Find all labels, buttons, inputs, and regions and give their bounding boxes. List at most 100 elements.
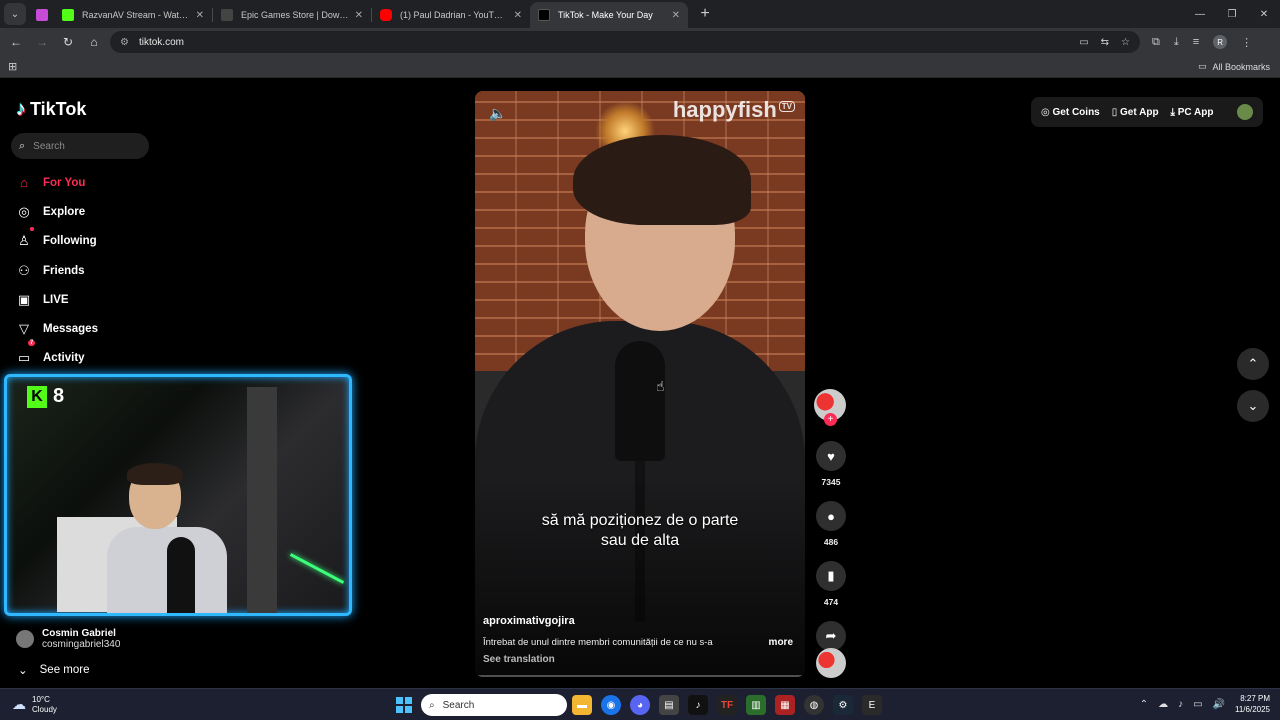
video-username[interactable]: aproximativgojira [483, 615, 575, 627]
video-progress-bar[interactable] [475, 675, 805, 677]
restore-button[interactable]: ❐ [1216, 0, 1248, 28]
sidebar-item-explore[interactable]: ◎ Explore [16, 197, 98, 226]
extensions-icon[interactable]: ⧉ [1152, 36, 1160, 49]
weather-condition: Cloudy [32, 704, 57, 714]
see-more-button[interactable]: ⌄ See more [18, 663, 90, 677]
discord-icon[interactable]: ◕ [630, 695, 650, 715]
kick-favicon-icon [62, 9, 74, 21]
pc-app-button[interactable]: ⤓ PC App [1171, 107, 1214, 118]
tiktok-logo[interactable]: ♪ TikTok [16, 98, 86, 121]
search-input[interactable]: ⌕ Search [11, 133, 149, 159]
all-bookmarks-button[interactable]: ▭ All Bookmarks [1198, 61, 1270, 72]
home-button[interactable]: ⌂ [82, 30, 106, 54]
sidebar-item-friends[interactable]: ⚇ Friends [16, 256, 98, 285]
tab-tiktok[interactable]: TikTok - Make Your Day ✕ [530, 2, 688, 28]
minimize-button[interactable]: — [1184, 0, 1216, 28]
tab-epic-games[interactable]: Epic Games Store | Download & ✕ [213, 2, 371, 28]
streamer-hair [127, 463, 183, 485]
see-translation-link[interactable]: See translation [483, 654, 555, 665]
close-window-button[interactable]: ✕ [1248, 0, 1280, 28]
obs-icon[interactable]: ◍ [804, 695, 824, 715]
tab-youtube[interactable]: (1) Paul Dadrian - YouTube ✕ [372, 2, 530, 28]
steam-icon[interactable]: ⚙ [833, 695, 853, 715]
creator-avatar[interactable]: + [814, 389, 846, 426]
webcam-led-strip [289, 553, 345, 584]
sidebar-nav: ⌂ For You ◎ Explore ♙ Following ⚇ Friend… [16, 168, 98, 373]
tab-pinned[interactable] [30, 2, 54, 28]
video-player[interactable]: 🔈 happyfish TV să mă poziționez de o part… [475, 91, 805, 677]
start-button[interactable] [396, 697, 412, 713]
tab-title: TikTok - Make Your Day [558, 10, 653, 20]
onedrive-icon[interactable]: ☁ [1158, 699, 1168, 710]
weather-widget[interactable]: ☁ 10°C Cloudy [12, 695, 57, 715]
close-icon[interactable]: ✕ [672, 10, 680, 21]
cast-icon[interactable]: ▭ [1079, 37, 1088, 48]
file-explorer-icon[interactable]: ▬ [572, 695, 592, 715]
tiktok-logo-icon: ♪ [16, 98, 26, 120]
sidebar-item-messages[interactable]: ▽ Messages [16, 314, 98, 343]
more-button[interactable]: more [769, 637, 793, 648]
webcam-microphone [167, 537, 195, 613]
system-tray: ⌃ ☁ ♪ ▭ 🔊 8:27 PM 11/6/2025 [1140, 693, 1270, 715]
close-icon[interactable]: ✕ [355, 10, 363, 21]
overlay-number: 8 [53, 385, 65, 407]
file-app-icon[interactable]: ▥ [746, 695, 766, 715]
address-bar[interactable]: ⚙ tiktok.com ▭ ⇆ ☆ [110, 31, 1140, 53]
account-name: Cosmin Gabriel [42, 628, 116, 639]
sound-avatar[interactable] [816, 648, 846, 678]
video-caption: să mă poziționez de o parte sau de alta [475, 511, 805, 551]
user-avatar[interactable] [1237, 104, 1253, 120]
caption-line: să mă poziționez de o parte [541, 512, 739, 529]
sidebar-item-label: Explore [43, 205, 86, 218]
date: 11/6/2025 [1235, 705, 1270, 714]
browser-toolbar: ← → ↻ ⌂ ⚙ tiktok.com ▭ ⇆ ☆ ⧉ ⤓ ≡ R ⋮ [0, 28, 1280, 56]
following-account[interactable]: Cosmin Gabriel cosmingabriel340 [16, 628, 120, 650]
following-icon: ♙ [18, 233, 30, 249]
show-hidden-icons-icon[interactable]: ⌃ [1140, 699, 1148, 710]
get-coins-button[interactable]: ◎ Get Coins [1041, 107, 1100, 118]
typeface-app-icon[interactable]: TF [717, 695, 737, 715]
apps-grid-icon[interactable]: ⊞ [8, 60, 17, 73]
sidebar-item-following[interactable]: ♙ Following [16, 226, 98, 256]
profile-avatar[interactable]: R [1213, 35, 1228, 49]
tab-razvanav[interactable]: RazvanAV Stream - Watch Live ✕ [54, 2, 212, 28]
mic-icon[interactable]: ♪ [1178, 699, 1183, 710]
tab-title: Epic Games Store | Download & [241, 10, 349, 20]
tiktok-app-icon[interactable]: ♪ [688, 695, 708, 715]
next-video-button[interactable]: ⌄ [1237, 390, 1269, 422]
close-icon[interactable]: ✕ [196, 10, 204, 21]
new-tab-button[interactable]: + [694, 3, 716, 25]
notepad-icon[interactable]: ▤ [659, 695, 679, 715]
like-button[interactable]: ♥ 7345 [814, 441, 848, 487]
bookmark-star-icon[interactable]: ☆ [1121, 37, 1130, 48]
previous-video-button[interactable]: ⌃ [1237, 348, 1269, 380]
forward-button[interactable]: → [30, 30, 54, 54]
volume-icon[interactable]: 🔊 [1213, 699, 1225, 710]
download-icon[interactable]: ⤓ [1174, 36, 1179, 49]
heart-icon: ♥ [816, 441, 846, 471]
url-text: tiktok.com [138, 36, 184, 48]
back-button[interactable]: ← [4, 30, 28, 54]
reload-button[interactable]: ↻ [56, 30, 80, 54]
media-controls-icon[interactable]: ≡ [1193, 36, 1199, 48]
follow-plus-icon[interactable]: + [824, 413, 837, 426]
epic-games-icon[interactable]: E [862, 695, 882, 715]
taskbar-search[interactable]: ⌕ Search [421, 694, 567, 716]
volume-icon[interactable]: 🔈 [489, 105, 506, 122]
sidebar-item-live[interactable]: ▣ LIVE [16, 285, 98, 314]
get-app-label: Get App [1120, 106, 1159, 118]
translate-icon[interactable]: ⇆ [1101, 37, 1109, 48]
menu-icon[interactable]: ⋮ [1241, 36, 1252, 49]
site-info-icon[interactable]: ⚙ [120, 37, 129, 48]
tab-search-button[interactable]: ⌄ [4, 3, 26, 25]
clock[interactable]: 8:27 PM 11/6/2025 [1235, 693, 1270, 715]
save-button[interactable]: ▮ 474 [814, 561, 848, 607]
close-icon[interactable]: ✕ [514, 10, 522, 21]
comment-button[interactable]: ● 486 [814, 501, 848, 547]
sidebar-item-activity[interactable]: ▭ 7 Activity [16, 339, 98, 373]
media-app-icon[interactable]: ▦ [775, 695, 795, 715]
chrome-icon[interactable]: ◉ [601, 695, 621, 715]
sidebar-item-for-you[interactable]: ⌂ For You [16, 168, 98, 197]
monitor-icon[interactable]: ▭ [1193, 699, 1202, 710]
get-app-button[interactable]: ▯ Get App [1112, 107, 1159, 118]
